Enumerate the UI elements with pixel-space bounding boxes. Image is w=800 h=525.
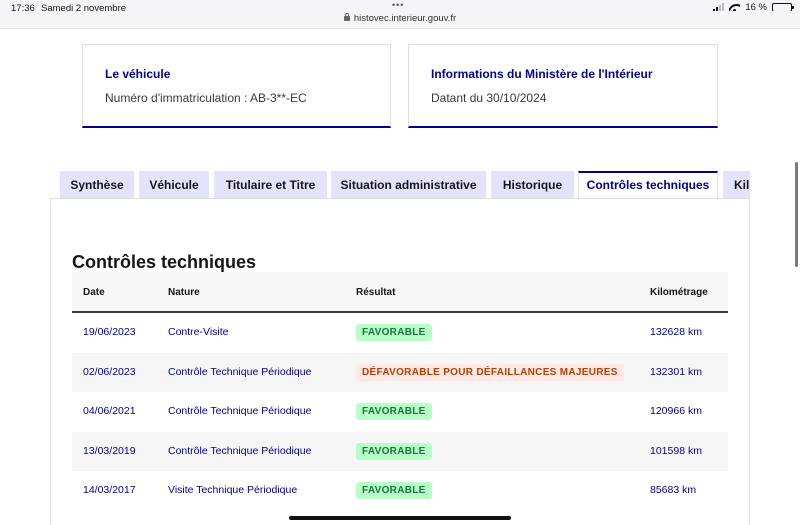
table-row: 02/06/2023 Contrôle Technique Périodique D… <box>72 352 728 393</box>
cell-mileage: 85683 km <box>650 484 697 497</box>
cell-mileage: 132628 km <box>650 326 702 338</box>
cell-nature: Visite Technique Périodique <box>168 484 298 497</box>
url-display[interactable]: histovec.interieur.gouv.fr <box>0 13 800 24</box>
tab-controles-techniques[interactable]: Contrôles techniques <box>578 171 718 198</box>
result-badge: FAVORABLE <box>356 482 432 500</box>
result-badge: DÉFAVORABLE POUR DÉFAILLANCES MAJEURES <box>356 363 624 381</box>
technical-inspections-table: Date Nature Résultat Kilométrage 19/06/2… <box>72 272 728 511</box>
cell-date: 02/06/2023 <box>83 365 136 378</box>
table-row: 04/06/2021 Contrôle Technique Périodique F… <box>72 392 728 432</box>
table-row: 13/03/2019 Contrôle Technique Périodique F… <box>72 431 728 472</box>
column-header-date: Date <box>83 287 105 298</box>
cell-date: 04/06/2021 <box>83 405 136 418</box>
cell-mileage: 120966 km <box>650 405 702 418</box>
cell-nature: Contrôle Technique Périodique <box>168 405 312 418</box>
tab-historique[interactable]: Historique <box>491 171 574 198</box>
tab-synthese[interactable]: Synthèse <box>60 171 134 198</box>
tab-titulaire-et-titre[interactable]: Titulaire et Titre <box>214 171 327 198</box>
result-badge: FAVORABLE <box>356 442 432 460</box>
column-header-nature: Nature <box>168 287 200 298</box>
column-header-mileage: Kilométrage <box>650 287 708 298</box>
tab-kilometrage[interactable]: Kil <box>723 171 750 198</box>
cell-nature: Contre-Visite <box>168 326 229 338</box>
table-row: 19/06/2023 Contre-Visite FAVORABLE 132628 k… <box>72 313 728 353</box>
cell-date: 13/03/2019 <box>83 444 136 457</box>
ministry-card-title: Informations du Ministère de l'Intérieur <box>431 67 653 81</box>
vehicle-card-description: Numéro d'immatriculation : AB-3**-EC <box>105 91 307 105</box>
result-badge: FAVORABLE <box>356 403 432 421</box>
cell-mileage: 101598 km <box>650 444 702 457</box>
multitasking-dots-icon[interactable]: ••• <box>392 0 404 10</box>
page-scrollbar[interactable] <box>795 162 798 267</box>
lock-icon <box>343 13 350 21</box>
cell-nature: Contrôle Technique Périodique <box>168 444 312 457</box>
table-row: 14/03/2017 Visite Technique Périodique FAV… <box>72 471 728 511</box>
cell-mileage: 132301 km <box>650 365 702 378</box>
tab-vehicule[interactable]: Véhicule <box>139 171 209 198</box>
result-badge: FAVORABLE <box>356 324 432 341</box>
url-text: histovec.interieur.gouv.fr <box>353 13 457 24</box>
ministry-card-description: Datant du 30/10/2024 <box>431 91 547 105</box>
home-indicator[interactable] <box>289 516 511 520</box>
vehicle-card: Le véhicule Numéro d'immatriculation : A… <box>82 44 391 128</box>
cell-nature: Contrôle Technique Périodique <box>168 365 312 378</box>
address-bar[interactable]: histovec.interieur.gouv.fr <box>0 11 800 29</box>
section-title: Contrôles techniques <box>72 252 257 272</box>
cell-date: 19/06/2023 <box>83 326 136 338</box>
cell-date: 14/03/2017 <box>83 484 136 497</box>
vehicle-card-title: Le véhicule <box>105 67 171 81</box>
column-header-result: Résultat <box>356 287 396 298</box>
tab-situation-administrative[interactable]: Situation administrative <box>331 171 486 198</box>
tab-list: Synthèse Véhicule Titulaire et Titre Sit… <box>60 171 750 198</box>
table-header: Date Nature Résultat Kilométrage <box>72 272 728 313</box>
table-body: 19/06/2023 Contre-Visite FAVORABLE 132628 k… <box>72 313 728 511</box>
ministry-card: Informations du Ministère de l'Intérieur… <box>408 44 718 128</box>
